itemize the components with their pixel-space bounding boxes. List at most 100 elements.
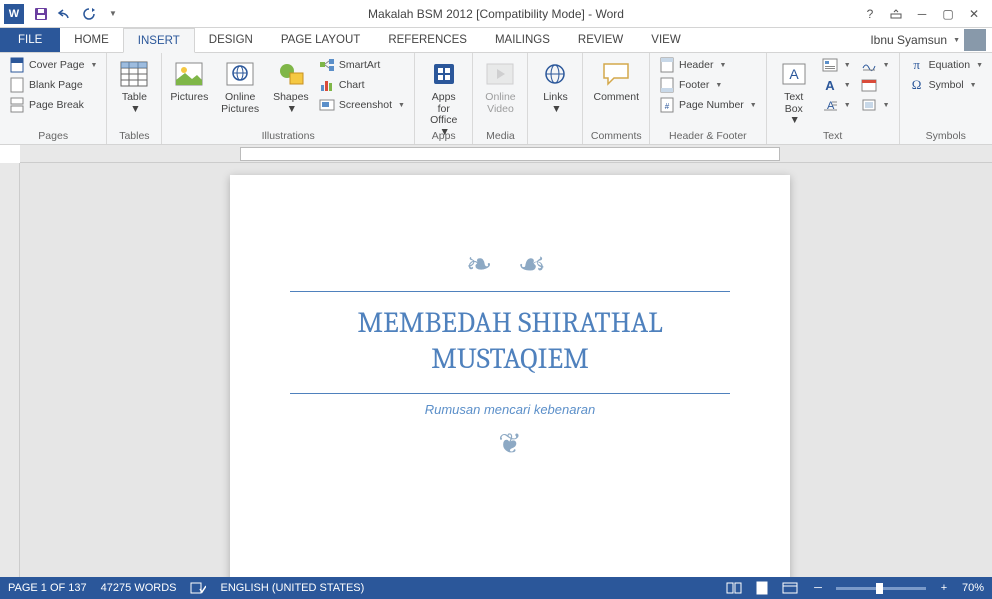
- online-pictures-icon: [224, 58, 256, 90]
- wordart-icon: A: [822, 77, 838, 93]
- document-subtitle[interactable]: Rumusan mencari kebenaran: [290, 402, 730, 417]
- chevron-down-icon: ▼: [883, 62, 890, 69]
- web-layout-icon[interactable]: [780, 580, 800, 596]
- ribbon: Cover Page▼ Blank Page Page Break Pages …: [0, 53, 992, 145]
- word-count[interactable]: 47275 WORDS: [101, 582, 177, 594]
- vertical-ruler[interactable]: [0, 163, 20, 577]
- chevron-down-icon: ▼: [130, 104, 140, 116]
- close-icon[interactable]: ✕: [962, 4, 986, 24]
- group-links: Links ▼: [528, 53, 583, 144]
- print-layout-icon[interactable]: [752, 580, 772, 596]
- tab-references[interactable]: REFERENCES: [374, 28, 481, 52]
- text-box-icon: A: [778, 58, 810, 90]
- group-label: Pages: [0, 130, 106, 142]
- qat-customize-icon[interactable]: ▼: [104, 5, 122, 23]
- zoom-out-button[interactable]: ─: [808, 580, 828, 596]
- spell-check-icon[interactable]: [190, 581, 206, 595]
- chevron-down-icon: ▼: [953, 37, 960, 44]
- comment-icon: [600, 58, 632, 90]
- zoom-slider[interactable]: [836, 587, 926, 590]
- object-button[interactable]: ▼: [858, 96, 893, 114]
- tab-page-layout[interactable]: PAGE LAYOUT: [267, 28, 374, 52]
- document-title[interactable]: MEMBEDAH SHIRATHAL MUSTAQIEM: [290, 291, 730, 394]
- save-icon[interactable]: [32, 5, 50, 23]
- object-icon: [861, 97, 877, 113]
- ornament-bottom: ❦: [290, 427, 730, 460]
- shapes-button[interactable]: Shapes ▼: [270, 56, 312, 117]
- tab-insert[interactable]: INSERT: [123, 28, 195, 53]
- tab-review[interactable]: REVIEW: [564, 28, 637, 52]
- drop-cap-button[interactable]: A▼: [819, 96, 854, 114]
- group-illustrations: Pictures Online Pictures Shapes ▼ SmartA…: [162, 53, 415, 144]
- tab-mailings[interactable]: MAILINGS: [481, 28, 564, 52]
- signature-icon: [861, 57, 877, 73]
- tab-file[interactable]: FILE: [0, 28, 60, 52]
- undo-icon[interactable]: [56, 5, 74, 23]
- minimize-icon[interactable]: ─: [910, 4, 934, 24]
- drop-cap-icon: A: [822, 97, 838, 113]
- footer-button[interactable]: Footer▼: [656, 76, 760, 94]
- group-header-footer: Header▼ Footer▼ #Page Number▼ Header & F…: [650, 53, 767, 144]
- horizontal-ruler[interactable]: [20, 145, 992, 163]
- read-mode-icon[interactable]: [724, 580, 744, 596]
- ribbon-options-icon[interactable]: [884, 4, 908, 24]
- zoom-in-button[interactable]: +: [934, 580, 954, 596]
- chart-button[interactable]: Chart: [316, 76, 408, 94]
- screenshot-button[interactable]: Screenshot▼: [316, 96, 408, 114]
- tab-home[interactable]: HOME: [60, 28, 123, 52]
- quick-parts-button[interactable]: ▼: [819, 56, 854, 74]
- symbol-button[interactable]: ΩSymbol▼: [906, 76, 986, 94]
- chevron-down-icon: ▼: [844, 82, 851, 89]
- date-time-button[interactable]: [858, 76, 893, 94]
- shapes-icon: [275, 58, 307, 90]
- equation-icon: π: [909, 57, 925, 73]
- signature-line-button[interactable]: ▼: [858, 56, 893, 74]
- pictures-button[interactable]: Pictures: [168, 56, 210, 106]
- online-pictures-button[interactable]: Online Pictures: [214, 56, 265, 117]
- tab-design[interactable]: DESIGN: [195, 28, 267, 52]
- footer-icon: [659, 77, 675, 93]
- zoom-level[interactable]: 70%: [962, 582, 984, 594]
- tab-view[interactable]: VIEW: [637, 28, 694, 52]
- group-comments: Comment Comments: [583, 53, 650, 144]
- cover-page-button[interactable]: Cover Page▼: [6, 56, 100, 74]
- chevron-down-icon: ▼: [398, 102, 405, 109]
- equation-button[interactable]: πEquation▼: [906, 56, 986, 74]
- group-pages: Cover Page▼ Blank Page Page Break Pages: [0, 53, 107, 144]
- help-icon[interactable]: ?: [858, 4, 882, 24]
- blank-page-button[interactable]: Blank Page: [6, 76, 100, 94]
- redo-icon[interactable]: [80, 5, 98, 23]
- maximize-icon[interactable]: ▢: [936, 4, 960, 24]
- table-button[interactable]: Table ▼: [113, 56, 155, 117]
- zoom-thumb[interactable]: [876, 583, 883, 594]
- avatar: [964, 29, 986, 51]
- ribbon-tabs: FILE HOME INSERT DESIGN PAGE LAYOUT REFE…: [0, 28, 992, 53]
- page-break-button[interactable]: Page Break: [6, 96, 100, 114]
- svg-text:A: A: [825, 78, 835, 92]
- chevron-down-icon: ▼: [976, 62, 983, 69]
- chevron-down-icon: ▼: [715, 82, 722, 89]
- group-label: Comments: [583, 130, 649, 142]
- online-video-button[interactable]: Online Video: [479, 56, 521, 117]
- word-app-icon: W: [4, 4, 24, 24]
- cover-page-icon: [9, 57, 25, 73]
- page-indicator[interactable]: PAGE 1 OF 137: [8, 582, 87, 594]
- apps-icon: [428, 58, 460, 90]
- comment-button[interactable]: Comment: [589, 56, 643, 106]
- chevron-down-icon: ▼: [844, 62, 851, 69]
- language-indicator[interactable]: ENGLISH (UNITED STATES): [220, 582, 364, 594]
- document-area[interactable]: ❧ ☙ MEMBEDAH SHIRATHAL MUSTAQIEM Rumusan…: [20, 163, 992, 577]
- document-page[interactable]: ❧ ☙ MEMBEDAH SHIRATHAL MUSTAQIEM Rumusan…: [230, 175, 790, 577]
- user-name: Ibnu Syamsun: [870, 33, 947, 47]
- document-workspace: ❧ ☙ MEMBEDAH SHIRATHAL MUSTAQIEM Rumusan…: [0, 163, 992, 577]
- page-number-button[interactable]: #Page Number▼: [656, 96, 760, 114]
- apps-for-office-button[interactable]: Apps for Office ▼: [421, 56, 467, 140]
- wordart-button[interactable]: A▼: [819, 76, 854, 94]
- header-button[interactable]: Header▼: [656, 56, 760, 74]
- smartart-button[interactable]: SmartArt: [316, 56, 408, 74]
- blank-page-icon: [9, 77, 25, 93]
- text-box-button[interactable]: A Text Box ▼: [773, 56, 815, 129]
- links-button[interactable]: Links ▼: [534, 56, 576, 117]
- user-account[interactable]: Ibnu Syamsun ▼: [870, 28, 992, 52]
- svg-text:A: A: [789, 66, 799, 82]
